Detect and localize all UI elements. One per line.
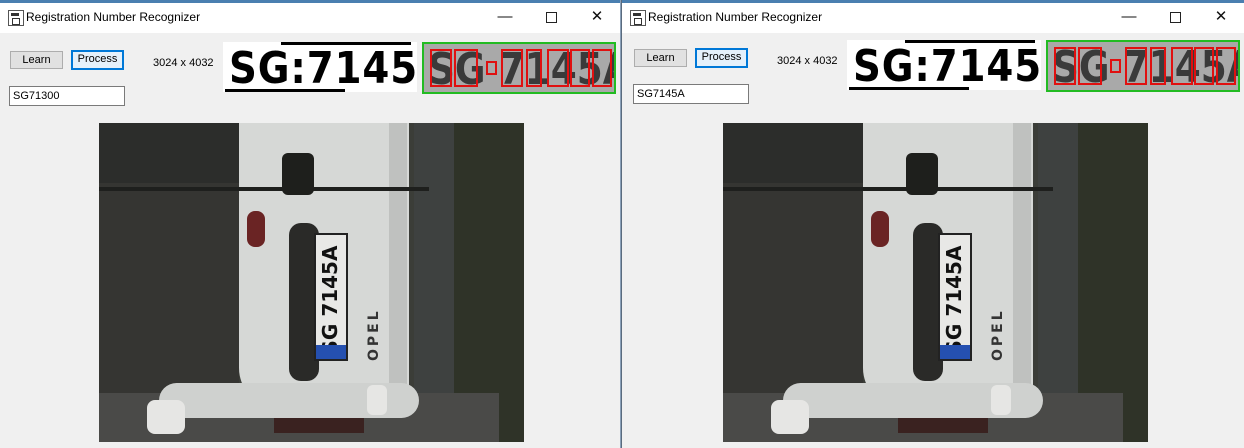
license-plate: SG 7145A [938,233,972,361]
binarized-plate-text: SG:7145A [853,41,1041,90]
segment-box [501,49,523,87]
binarized-plate-text: SG:7145A [229,43,417,92]
segment-box [1078,47,1102,85]
segment-box [592,49,612,87]
close-icon[interactable]: ✕ [1198,3,1244,33]
segment-box [454,49,478,87]
binarized-plate-image: SG:7145A [847,40,1041,90]
minimize-icon[interactable]: — [1106,3,1152,33]
segment-box [1171,47,1193,85]
window-title: Registration Number Recognizer [648,10,823,24]
recognized-plate-field[interactable] [9,86,125,106]
app-icon [8,10,24,26]
image-dimensions-label: 3024 x 4032 [153,57,214,69]
segment-box [1150,47,1166,85]
process-button[interactable]: Process [695,48,748,68]
photo-plate-text: SG 7145A [942,245,966,355]
brand-badge: OPEL [366,308,382,361]
segment-box [1125,47,1147,85]
segment-box [1110,59,1121,73]
segment-box [1194,47,1214,85]
photo-plate-text: SG 7145A [318,245,342,355]
process-button[interactable]: Process [71,50,124,70]
close-icon[interactable]: ✕ [574,3,620,33]
window-title: Registration Number Recognizer [26,10,201,24]
recognizer-window-left: Registration Number Recognizer — ✕ Learn… [0,0,621,448]
segment-box [526,49,542,87]
vehicle-photo: SG 7145A OPEL [723,123,1148,442]
segment-box [1216,47,1236,85]
app-icon [630,10,646,26]
segment-box [1054,47,1076,85]
maximize-icon[interactable] [528,3,574,33]
maximize-icon[interactable] [1152,3,1198,33]
segment-box [486,61,497,75]
segment-box [547,49,569,87]
segmented-plate-image: SG 7145A [422,42,616,94]
learn-button[interactable]: Learn [10,51,63,69]
vehicle-photo: SG 7145A OPEL [99,123,524,442]
recognized-plate-field[interactable] [633,84,749,104]
license-plate: SG 7145A [314,233,348,361]
segment-box [430,49,452,87]
recognizer-window-right: Registration Number Recognizer — ✕ Learn… [622,0,1244,448]
segmented-plate-image: SG 7145A [1046,40,1240,92]
brand-badge: OPEL [990,308,1006,361]
segment-box [570,49,590,87]
image-dimensions-label: 3024 x 4032 [777,55,838,67]
title-bar[interactable]: Registration Number Recognizer — ✕ [622,0,1244,33]
title-bar[interactable]: Registration Number Recognizer — ✕ [0,0,620,33]
minimize-icon[interactable]: — [482,3,528,33]
binarized-plate-image: SG:7145A [223,42,417,92]
learn-button[interactable]: Learn [634,49,687,67]
